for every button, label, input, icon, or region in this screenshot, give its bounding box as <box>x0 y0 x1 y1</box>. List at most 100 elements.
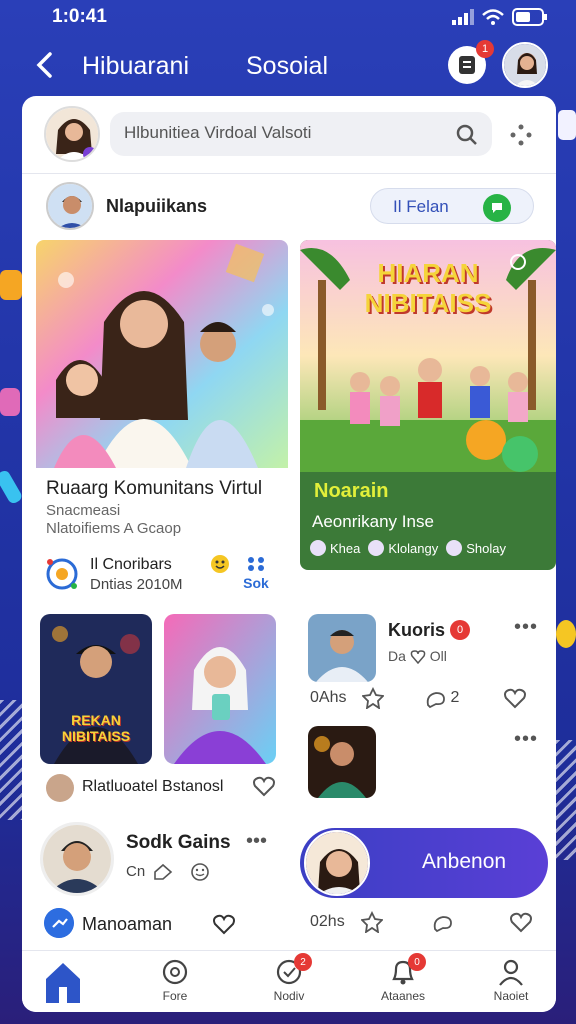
user-icon <box>496 957 526 987</box>
profile-thumbnail[interactable] <box>308 726 376 798</box>
wifi-icon <box>482 9 504 25</box>
nav-item-fore[interactable]: Fore <box>140 957 210 1003</box>
comment-icon[interactable] <box>424 687 446 709</box>
author-avatar[interactable] <box>46 774 74 802</box>
thumbnail-image <box>164 614 276 764</box>
avatar-image <box>43 825 111 893</box>
nav-label: Naoiet <box>493 989 529 1003</box>
anbenon-button[interactable]: Anbenon <box>300 828 548 898</box>
emoji-icon <box>190 863 209 881</box>
bell-icon: 0 <box>388 953 426 987</box>
friend-avatar[interactable] <box>46 182 94 230</box>
mano-row[interactable]: Manoaman <box>44 908 264 940</box>
star-icon[interactable] <box>362 687 385 709</box>
bg-decoration <box>0 468 24 506</box>
author-row: Rlatluoatel Bstanosl <box>42 772 288 808</box>
notification-badge: 1 <box>476 40 494 58</box>
follow-button[interactable]: Il Felan <box>370 188 534 224</box>
post-subtitle: Aeonrikany Inse <box>312 512 434 531</box>
post-footer-date: Dntias 2010M <box>90 576 183 593</box>
chat-icon: 2 <box>274 953 312 987</box>
tag-icon <box>310 540 326 556</box>
like-count: 02hs <box>310 913 345 930</box>
status-time: 1:0:41 <box>52 6 107 27</box>
header: Hibuarani Sosoial 1 <box>0 38 576 94</box>
my-avatar[interactable] <box>44 106 100 162</box>
heart-icon[interactable] <box>503 686 527 710</box>
user-meta: Cn <box>126 862 210 882</box>
button-avatar <box>304 830 370 896</box>
refresh-icon <box>160 957 190 987</box>
bottom-nav: Fore 2 Nodiv 0 Ataanes Naoiet <box>22 950 556 1012</box>
search-placeholder: Hlbunitiea Virdoal Valsoti <box>124 123 312 142</box>
nav-item-nodiv[interactable]: 2 Nodiv <box>254 953 324 1003</box>
caption-line: REKAN <box>71 712 121 728</box>
comment-icon[interactable] <box>431 911 455 933</box>
nav-label: Ataanes <box>380 989 426 1003</box>
thumbnail-caption: REKAN NIBITAISS <box>40 712 152 744</box>
post-image[interactable] <box>36 240 288 468</box>
post-community[interactable]: Ruaarg Komunitans Virtul Snacmeasi Nlato… <box>36 240 288 600</box>
signal-icon <box>452 9 474 25</box>
share-label: Sok <box>243 575 269 591</box>
star-icon[interactable] <box>360 911 383 933</box>
heart-icon[interactable] <box>212 912 236 936</box>
profile-avatar[interactable] <box>502 42 548 88</box>
tab-sosial[interactable]: Sosoial <box>246 52 328 81</box>
bg-decoration <box>0 270 22 300</box>
nav-item-ataanes[interactable]: 0 Ataanes <box>368 953 438 1003</box>
tag-label: Klolangy <box>388 540 439 556</box>
avatar-image <box>48 184 92 228</box>
thumbnail-video[interactable] <box>164 614 276 764</box>
back-icon[interactable] <box>30 50 60 80</box>
community-logo-icon <box>46 558 78 590</box>
share-button[interactable]: Sok <box>238 556 274 591</box>
heart-icon[interactable] <box>509 910 533 934</box>
search-icon[interactable] <box>454 122 478 146</box>
tag-icon <box>446 540 463 556</box>
notification-button[interactable]: 1 <box>448 40 494 84</box>
thumbnail-video[interactable]: REKAN NIBITAISS <box>40 614 152 764</box>
user-meta: Da Oll <box>388 648 447 665</box>
post-game[interactable]: HIARAN NIBITAISS Noarain Aeonrikany Inse… <box>300 240 556 570</box>
avatar-image <box>306 832 368 894</box>
thumbnail-image <box>308 726 376 798</box>
nav-badge: 0 <box>408 953 426 971</box>
family-photo <box>36 240 288 468</box>
action-row: 0Ahs 2 <box>310 686 546 710</box>
banner-line: NIBITAISS <box>364 288 492 318</box>
user-name: Kuoris <box>388 620 446 640</box>
nav-item-profile[interactable]: Naoiet <box>476 957 546 1003</box>
bg-decoration <box>556 620 576 648</box>
home-icon[interactable] <box>42 959 84 1005</box>
tag-item[interactable]: Khea <box>310 540 360 556</box>
more-options-icon[interactable]: ••• <box>246 830 267 853</box>
tag-item[interactable]: Klolangy <box>368 540 438 556</box>
more-options-icon[interactable]: ••• <box>514 728 538 751</box>
dots-icon <box>248 557 264 571</box>
profile-thumbnail[interactable] <box>308 614 376 682</box>
tag-list: Khea Klolangy Sholay <box>310 540 506 556</box>
user-badge: 0 <box>450 620 470 640</box>
mano-label: Manoaman <box>82 914 173 934</box>
more-icon[interactable] <box>510 124 532 146</box>
heart-icon[interactable] <box>252 774 276 798</box>
anbenon-label: Anbenon <box>422 850 507 873</box>
bg-decoration <box>558 110 576 140</box>
follow-prefix: Il <box>393 197 402 216</box>
search-input[interactable]: Hlbunitiea Virdoal Valsoti <box>110 112 492 156</box>
nav-label: Nodiv <box>273 989 305 1003</box>
emoji-icon <box>210 554 230 579</box>
refresh-icon[interactable] <box>508 252 528 272</box>
arrow-icon <box>44 908 74 938</box>
bg-decoration <box>0 700 22 820</box>
more-options-icon[interactable]: ••• <box>514 616 538 639</box>
location-icon <box>410 650 426 665</box>
document-icon <box>459 56 475 74</box>
tag-item[interactable]: Sholay <box>446 540 506 556</box>
battery-icon <box>512 8 547 26</box>
user-avatar[interactable] <box>40 822 114 896</box>
tab-hiburan[interactable]: Hibuarani <box>82 52 189 81</box>
status-icons <box>452 8 548 26</box>
thumbnail-image <box>308 614 376 682</box>
